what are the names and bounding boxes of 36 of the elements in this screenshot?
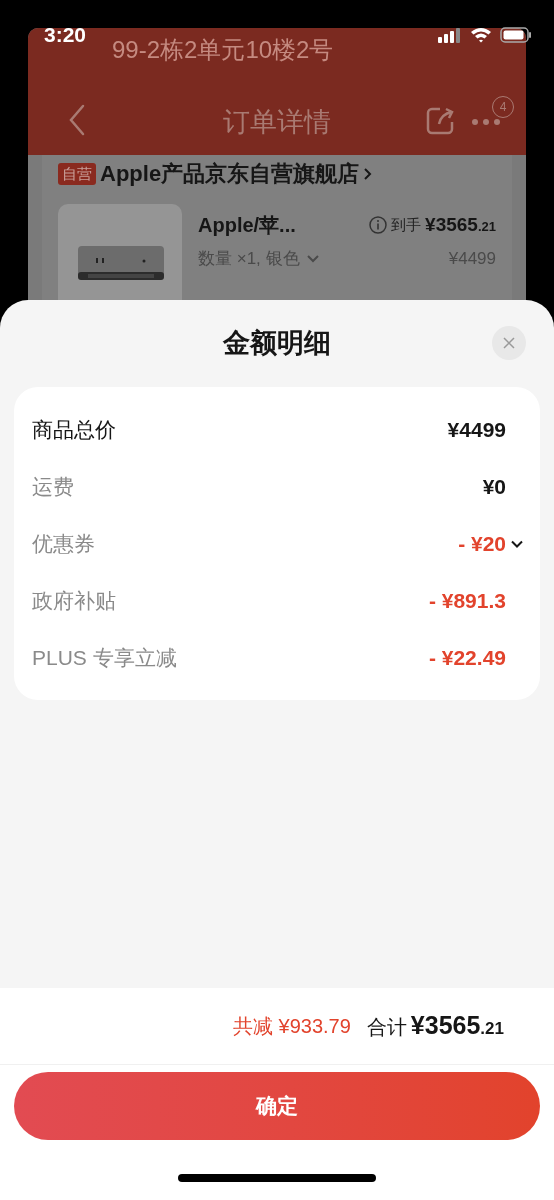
chevron-down-icon[interactable] xyxy=(510,539,524,548)
chevron-right-icon xyxy=(363,165,374,182)
row-label: 运费 xyxy=(32,473,74,500)
row-label: 商品总价 xyxy=(32,416,116,443)
battery-icon xyxy=(500,27,532,43)
total-price-decimal: .21 xyxy=(480,1019,504,1039)
row-value: ¥4499 xyxy=(447,416,506,443)
back-icon[interactable] xyxy=(68,104,86,136)
status-time: 3:20 xyxy=(44,22,87,49)
close-button[interactable] xyxy=(492,326,526,360)
row-value: - ¥20 xyxy=(458,530,506,557)
share-icon[interactable] xyxy=(426,106,456,136)
address-text: 99-2栋2单元10楼2号 xyxy=(112,35,334,65)
row-value: ¥0 xyxy=(482,473,506,500)
row-label: PLUS 专享立减 xyxy=(32,644,177,671)
close-icon xyxy=(503,337,515,349)
store-name[interactable]: Apple产品京东自营旗舰店 xyxy=(100,157,360,190)
store-badge: 自营 xyxy=(58,162,96,185)
wifi-icon xyxy=(470,27,492,43)
row-label: 政府补贴 xyxy=(32,587,116,614)
signal-icon xyxy=(438,27,462,43)
sheet-title: 金额明细 xyxy=(223,327,331,361)
total-label: 合计 xyxy=(366,1015,407,1041)
confirm-button[interactable]: 确定 xyxy=(14,1072,540,1140)
final-price-decimal: .21 xyxy=(477,218,496,234)
more-icon[interactable] xyxy=(471,118,501,126)
page-title: 订单详情 xyxy=(223,106,331,139)
final-price: ¥3565 xyxy=(425,213,478,235)
total-discount: 共减 ¥933.79 xyxy=(232,1014,351,1039)
product-title[interactable]: Apple/苹... xyxy=(198,210,296,240)
row-value: - ¥891.3 xyxy=(428,587,506,614)
final-price-label: 到手 xyxy=(391,214,422,235)
info-icon[interactable] xyxy=(369,216,388,234)
total-price: ¥3565 xyxy=(410,1011,481,1040)
row-label: 优惠券 xyxy=(32,530,95,557)
row-value: - ¥22.49 xyxy=(428,644,506,671)
